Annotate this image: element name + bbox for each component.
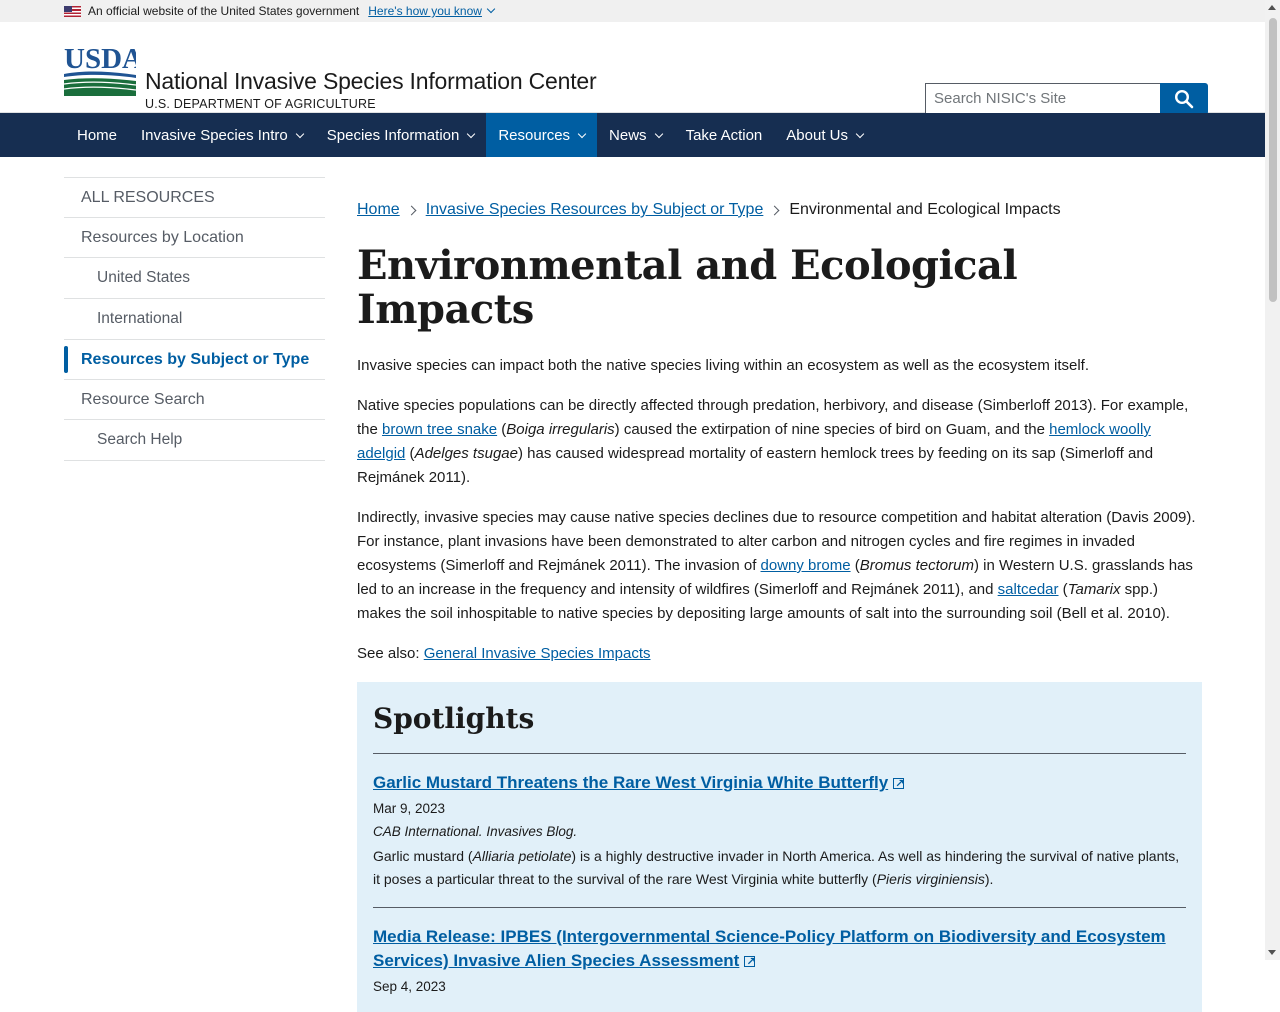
sidebar-item-search-help[interactable]: Search Help — [64, 419, 325, 460]
spotlight-item: Media Release: IPBES (Intergovernmental … — [373, 907, 1186, 1010]
sidebar-item-united-states[interactable]: United States — [64, 257, 325, 298]
breadcrumb: Home Invasive Species Resources by Subje… — [357, 198, 1202, 222]
nav-resources[interactable]: Resources — [486, 113, 598, 157]
chevron-down-icon — [654, 129, 663, 138]
chevron-down-icon — [467, 129, 476, 138]
usda-logo[interactable]: USDA — [64, 44, 136, 96]
intro-paragraph: Invasive species can impact both the nat… — [357, 357, 1090, 374]
spotlights-panel: Spotlights Garlic Mustard Threatens the … — [357, 682, 1202, 1012]
search-button[interactable] — [1160, 83, 1208, 115]
breadcrumb-home[interactable]: Home — [357, 201, 400, 219]
external-link-icon — [893, 772, 904, 796]
chevron-down-icon — [295, 129, 305, 138]
site-search — [925, 83, 1208, 115]
indirect-impacts-paragraph: Indirectly, invasive species may cause n… — [357, 509, 1196, 622]
downy-brome-link[interactable]: downy brome — [761, 557, 851, 574]
breadcrumb-parent[interactable]: Invasive Species Resources by Subject or… — [426, 201, 764, 219]
brown-tree-snake-link[interactable]: brown tree snake — [382, 421, 497, 438]
gov-banner-text: An official website of the United States… — [88, 4, 360, 18]
search-input[interactable] — [925, 83, 1160, 114]
site-subtitle: U.S. DEPARTMENT OF AGRICULTURE — [145, 97, 376, 111]
nav-news[interactable]: News — [597, 113, 674, 157]
external-link-icon — [744, 950, 756, 974]
spotlight-title-link[interactable]: Garlic Mustard Threatens the Rare West V… — [373, 773, 888, 792]
nav-home[interactable]: Home — [65, 113, 129, 157]
sidebar-item-resources-by-subject[interactable]: Resources by Subject or Type — [64, 339, 325, 379]
site-title[interactable]: National Invasive Species Information Ce… — [145, 68, 597, 95]
site-header: USDA National Invasive Species Informati… — [0, 22, 1280, 115]
spotlight-description: Garlic mustard (Alliaria petiolate) is a… — [373, 848, 1180, 887]
spotlight-date: Sep 4, 2023 — [373, 979, 446, 994]
breadcrumb-current: Environmental and Ecological Impacts — [789, 201, 1061, 218]
sidebar-item-resources-by-location[interactable]: Resources by Location — [64, 217, 325, 257]
spotlight-date: Mar 9, 2023 — [373, 801, 446, 816]
sidebar-item-international[interactable]: International — [64, 298, 325, 339]
chevron-right-icon — [406, 205, 417, 215]
nav-invasive-species-intro[interactable]: Invasive Species Intro — [129, 113, 315, 157]
see-also: See also: General Invasive Species Impac… — [357, 645, 651, 662]
heres-how-you-know-link[interactable]: Here's how you know — [368, 4, 496, 18]
scroll-up-arrow-icon[interactable] — [1268, 5, 1276, 10]
direct-impacts-paragraph: Native species populations can be direct… — [357, 397, 1189, 486]
spotlights-heading: Spotlights — [373, 702, 535, 735]
main-content: Home Invasive Species Resources by Subje… — [357, 198, 1202, 1012]
spotlight-source: CAB International. Invasives Blog. — [373, 824, 578, 839]
nav-species-information[interactable]: Species Information — [315, 113, 487, 157]
chevron-down-icon — [486, 4, 496, 14]
sidebar-item-resource-search[interactable]: Resource Search — [64, 379, 325, 419]
scrollbar-thumb[interactable] — [1269, 18, 1277, 302]
side-nav: ALL RESOURCES Resources by Location Unit… — [64, 177, 325, 461]
gov-banner: An official website of the United States… — [0, 0, 1280, 22]
scroll-down-arrow-icon[interactable] — [1268, 950, 1276, 955]
spotlight-title-link[interactable]: Media Release: IPBES (Intergovernmental … — [373, 927, 1166, 970]
primary-nav: Home Invasive Species Intro Species Info… — [0, 113, 1265, 157]
chevron-down-icon — [577, 129, 587, 138]
us-flag-icon — [64, 5, 81, 17]
page-scrollbar[interactable] — [1265, 0, 1280, 960]
nav-take-action[interactable]: Take Action — [674, 113, 775, 157]
svg-text:USDA: USDA — [64, 44, 136, 75]
nav-about-us[interactable]: About Us — [774, 113, 875, 157]
spotlight-item: Garlic Mustard Threatens the Rare West V… — [373, 753, 1186, 907]
sidebar-item-all-resources[interactable]: ALL RESOURCES — [64, 177, 325, 217]
page-title: Environmental and Ecological Impacts — [357, 242, 1018, 333]
search-icon — [1174, 89, 1194, 109]
saltcedar-link[interactable]: saltcedar — [998, 581, 1059, 598]
chevron-right-icon — [769, 205, 780, 215]
general-impacts-link[interactable]: General Invasive Species Impacts — [424, 645, 651, 662]
sidebar-divider — [64, 460, 325, 461]
chevron-down-icon — [855, 129, 865, 138]
